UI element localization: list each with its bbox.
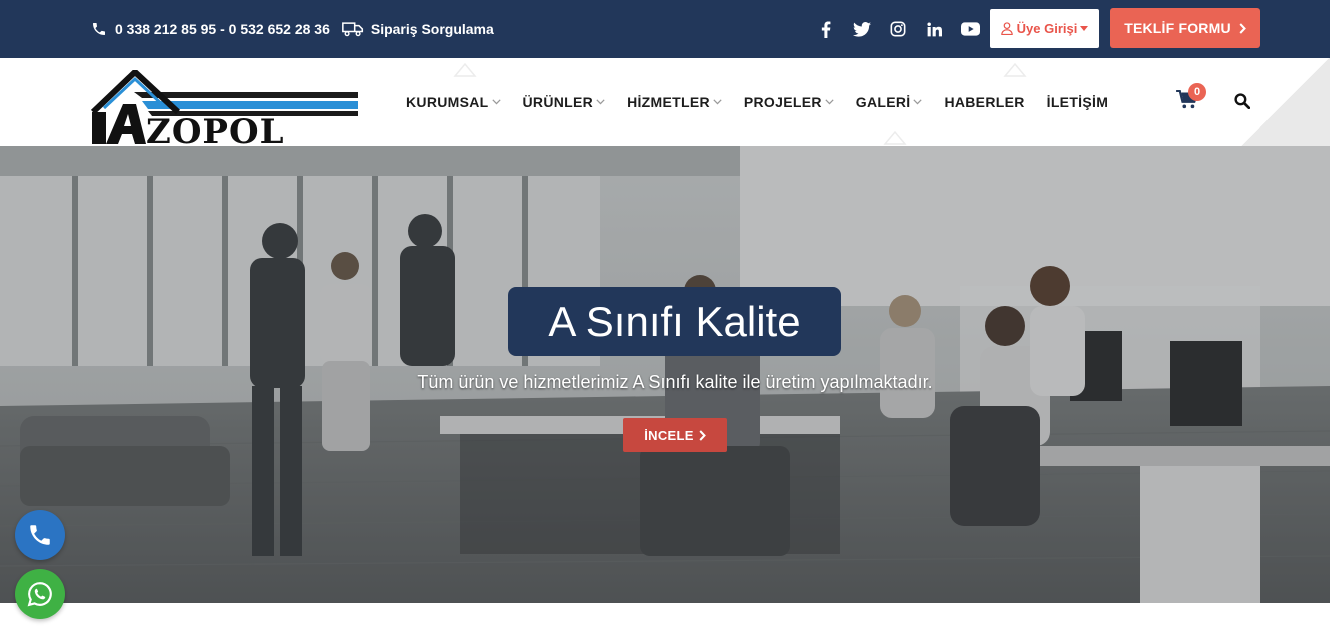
instagram-icon[interactable] <box>880 0 916 58</box>
hero-title: A Sınıfı Kalite <box>508 287 841 356</box>
cart-count-badge: 0 <box>1188 83 1206 101</box>
contact-info: 0 338 212 85 95 - 0 532 652 28 36 Sipari… <box>90 0 494 58</box>
facebook-icon[interactable] <box>808 0 844 58</box>
member-login-label: Üye Girişi <box>1016 21 1078 36</box>
nav-item-label: HİZMETLER <box>627 94 710 110</box>
search-icon <box>1234 93 1251 110</box>
truck-icon <box>341 20 364 38</box>
phone-icon <box>90 20 108 38</box>
whatsapp-floating-button[interactable] <box>15 569 65 619</box>
nav-item-label: PROJELER <box>743 94 822 110</box>
chevron-down-icon <box>491 99 501 105</box>
nav-item-i-leti-şi-m[interactable]: İLETİŞİM <box>1036 58 1120 146</box>
caret-down-icon <box>1080 26 1089 31</box>
member-login-button[interactable]: Üye Girişi <box>990 9 1099 48</box>
site-logo[interactable]: ZOPOL <box>90 67 360 152</box>
nav-item-label: GALERİ <box>855 94 911 110</box>
hero-inspect-button[interactable]: İNCELE <box>623 418 727 452</box>
youtube-icon[interactable] <box>952 0 988 58</box>
nav-item-label: HABERLER <box>944 94 1025 110</box>
chevron-right-icon <box>1239 22 1246 34</box>
nav-item-kurumsal[interactable]: KURUMSAL <box>395 58 512 146</box>
chevron-down-icon <box>825 99 834 105</box>
whatsapp-icon <box>27 582 52 607</box>
twitter-icon[interactable] <box>844 0 880 58</box>
nav-item-galeri-[interactable]: GALERİ <box>845 58 934 146</box>
search-button[interactable] <box>1234 93 1254 113</box>
social-links <box>808 0 988 58</box>
hero-subtitle: Tüm ürün ve hizmetlerimiz A Sınıfı kalit… <box>417 372 933 392</box>
chevron-down-icon <box>913 99 923 105</box>
phone-icon <box>30 525 50 545</box>
phone-numbers[interactable]: 0 338 212 85 95 - 0 532 652 28 36 <box>115 21 330 37</box>
chevron-down-icon <box>713 99 722 105</box>
nav-item-haberler[interactable]: HABERLER <box>933 58 1035 146</box>
nav-item-label: KURUMSAL <box>406 94 489 110</box>
quote-form-label: TEKLİF FORMU <box>1124 20 1231 36</box>
chevron-down-icon <box>596 99 605 105</box>
user-icon <box>1000 22 1013 35</box>
call-floating-button[interactable] <box>15 510 65 560</box>
hero-inspect-label: İNCELE <box>644 427 694 443</box>
quote-form-button[interactable]: TEKLİF FORMU <box>1110 8 1260 48</box>
nav-item-ürünler[interactable]: ÜRÜNLER <box>512 58 617 146</box>
logo-text: ZOPOL <box>146 112 285 146</box>
linkedin-icon[interactable] <box>916 0 952 58</box>
main-nav: KURUMSAL ÜRÜNLER HİZMETLER PROJELER GALERİ HA… <box>395 58 1119 146</box>
top-bar: 0 338 212 85 95 - 0 532 652 28 36 Sipari… <box>0 0 1330 58</box>
cart-button[interactable]: 0 <box>1176 83 1206 114</box>
order-query-link[interactable]: Sipariş Sorgulama <box>371 21 494 37</box>
nav-item-hi-zmetler[interactable]: HİZMETLER <box>616 58 733 146</box>
chevron-right-icon <box>699 429 706 441</box>
nav-item-label: İLETİŞİM <box>1046 94 1109 110</box>
nav-item-projeler[interactable]: PROJELER <box>733 58 845 146</box>
nav-item-label: ÜRÜNLER <box>522 94 594 110</box>
